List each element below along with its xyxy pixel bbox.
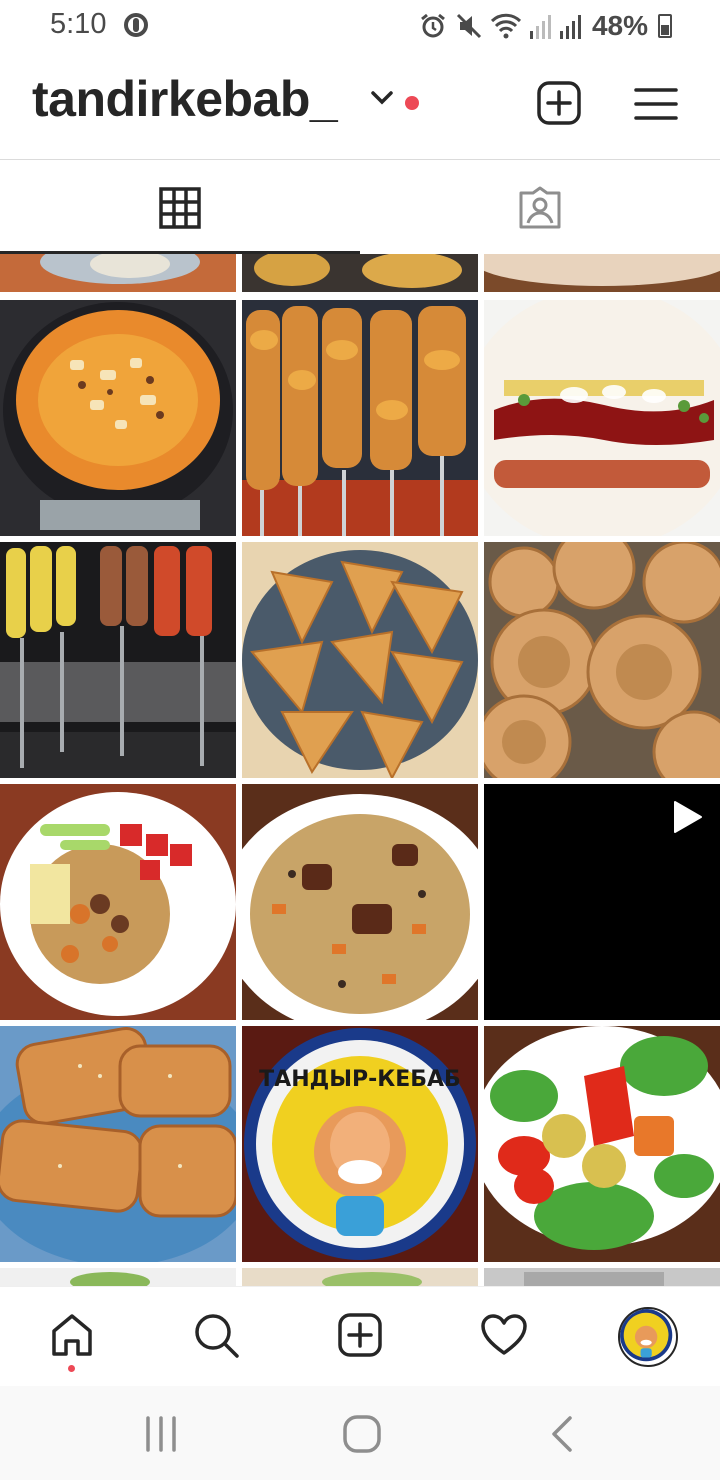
activity-heart-icon[interactable] — [480, 1311, 528, 1359]
grid-post-vegetables[interactable] — [484, 1026, 720, 1262]
mute-icon — [456, 13, 482, 39]
grid-icon — [159, 186, 201, 229]
alarm-icon — [421, 13, 445, 38]
home-button-icon[interactable] — [342, 1414, 382, 1454]
grid-post-chicken-skewers[interactable] — [242, 300, 478, 536]
grid-post-partial[interactable] — [242, 254, 478, 292]
grid-post-shawarma[interactable] — [484, 300, 720, 536]
home-notification-dot — [68, 1365, 75, 1372]
grid-post-partial[interactable] — [484, 254, 720, 292]
grid-post-partial[interactable] — [0, 1268, 236, 1286]
grid-post-video[interactable] — [484, 784, 720, 1020]
menu-icon[interactable] — [634, 84, 678, 124]
grid-post-partial[interactable] — [484, 1268, 720, 1286]
grid-post-plov-plate[interactable] — [0, 784, 236, 1020]
battery-percent: 48% — [591, 10, 648, 41]
search-icon[interactable] — [192, 1311, 240, 1359]
grid-post-logo[interactable]: ТАНДЫР-КЕБАБ — [242, 1026, 478, 1262]
grid-post-flatbread[interactable] — [484, 542, 720, 778]
profile-tabs — [0, 161, 720, 254]
signal-icon — [529, 15, 551, 39]
grid-post-plov-beef[interactable] — [242, 784, 478, 1020]
tab-tagged[interactable] — [360, 161, 720, 254]
status-time: 5:10 — [50, 8, 107, 40]
status-icons: 48% — [418, 8, 672, 44]
sync-status-icon — [124, 13, 148, 37]
grid-post-pilaf[interactable] — [0, 300, 236, 536]
new-post-nav-icon[interactable] — [336, 1311, 384, 1359]
wifi-icon — [490, 13, 522, 39]
grid-post-samsa-plate[interactable] — [0, 1026, 236, 1262]
recent-apps-icon[interactable] — [144, 1414, 178, 1454]
bottom-nav — [0, 1286, 720, 1386]
logo-text: ТАНДЫР-КЕБАБ — [259, 1067, 461, 1092]
grid-post-mixed-kebab[interactable] — [0, 542, 236, 778]
tagged-person-icon — [519, 186, 561, 228]
grid-post-partial[interactable] — [0, 254, 236, 292]
back-icon[interactable] — [548, 1414, 576, 1454]
tab-posts-grid[interactable] — [0, 161, 360, 254]
battery-icon — [658, 14, 672, 38]
status-bar: 5:10 48% — [0, 0, 720, 52]
system-nav-bar — [0, 1386, 720, 1480]
new-post-icon[interactable] — [536, 80, 582, 126]
profile-username[interactable]: tandirkebab_ — [32, 70, 338, 128]
profile-avatar[interactable] — [618, 1307, 678, 1367]
profile-header: tandirkebab_ — [0, 52, 720, 160]
grid-post-partial[interactable] — [242, 1268, 478, 1286]
posts-grid: ТАНДЫР-КЕБАБ — [0, 254, 720, 1286]
video-play-icon — [674, 801, 702, 833]
notification-dot — [405, 96, 419, 110]
grid-post-samsa[interactable] — [242, 542, 478, 778]
signal-icon-2 — [559, 15, 581, 39]
home-icon[interactable] — [48, 1311, 96, 1359]
chevron-down-icon[interactable] — [370, 90, 394, 106]
